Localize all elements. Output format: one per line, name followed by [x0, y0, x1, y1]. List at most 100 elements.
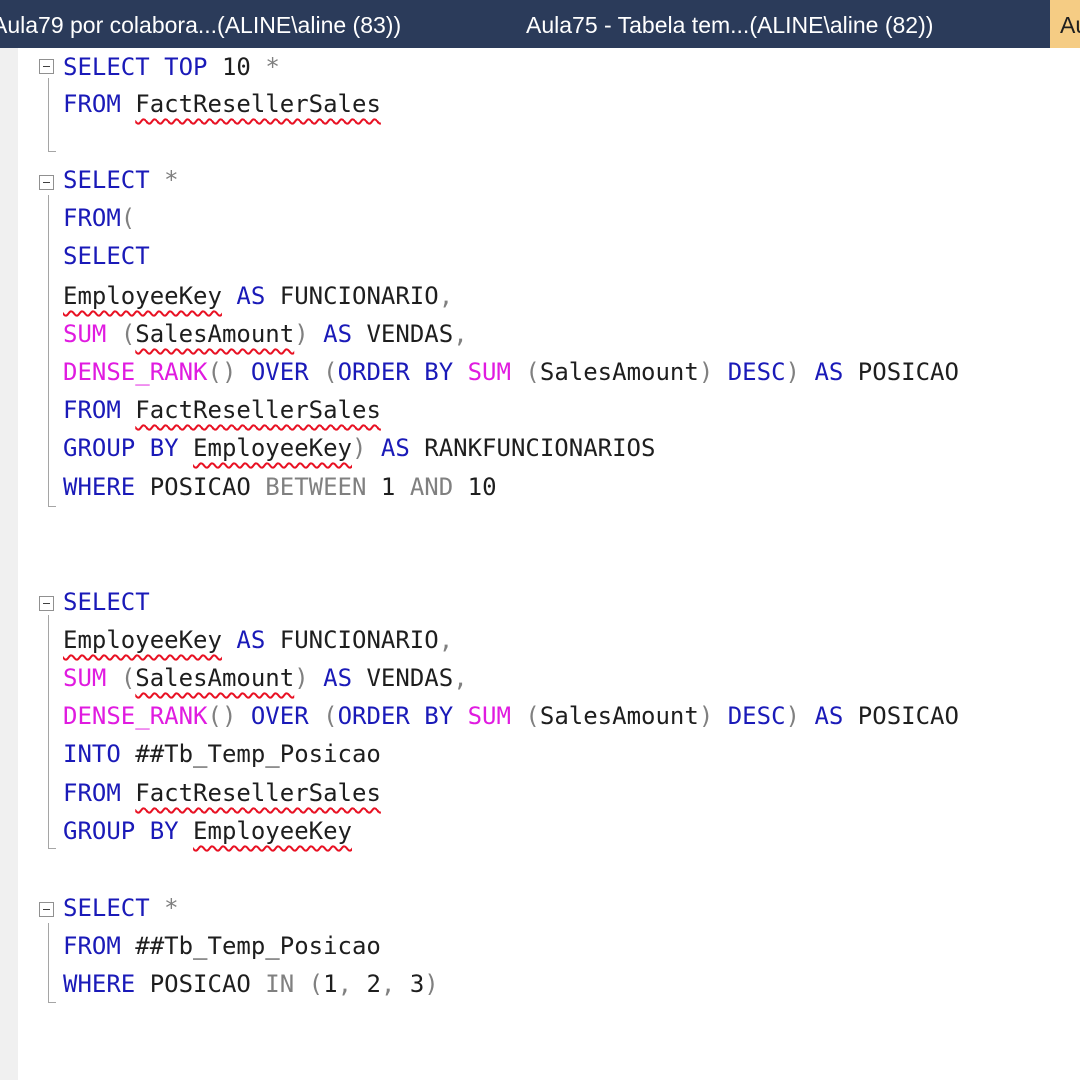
code-line[interactable]: SELECT [63, 583, 150, 621]
text-token: 10 [207, 53, 266, 81]
flagged-identifier-token: SalesAmount [135, 320, 295, 348]
code-line[interactable]: FROM ##Tb_Temp_Posicao [63, 927, 381, 965]
text-token: SalesAmount [539, 358, 699, 386]
operator-token: * [164, 894, 179, 922]
operator-token: * [265, 53, 280, 81]
code-line[interactable]: DENSE_RANK() OVER (ORDER BY SUM (SalesAm… [63, 697, 959, 735]
operator-token: ) [352, 434, 367, 462]
operator-token: BETWEEN [265, 473, 367, 501]
tab-aula79[interactable]: Aula79 por colabora...(ALINE\aline (83)) [0, 0, 401, 48]
code-line[interactable]: EmployeeKey AS FUNCIONARIO, [63, 277, 453, 315]
function-token: DENSE_RANK [63, 358, 208, 386]
operator-token: ( [525, 702, 540, 730]
keyword-token: AS [814, 702, 844, 730]
operator-token: ( [525, 358, 540, 386]
code-line[interactable]: FROM( [63, 199, 135, 237]
keyword-token: SELECT [63, 588, 150, 616]
text-token: 2 [352, 970, 381, 998]
sql-query-editor[interactable]: SELECT TOP 10 * FROM FactResellerSales SEL… [0, 48, 1080, 1080]
code-line[interactable]: SUM (SalesAmount) AS VENDAS, [63, 659, 468, 697]
keyword-token: FROM [63, 932, 121, 960]
block-outline-4 [48, 923, 56, 1003]
code-line[interactable]: SELECT * [63, 161, 179, 199]
keyword-token: GROUP BY [63, 434, 179, 462]
code-line[interactable]: SELECT TOP 10 * [63, 48, 280, 86]
block-outline-2 [48, 195, 56, 507]
collapse-block-1-icon[interactable] [39, 59, 54, 74]
block-outline-1 [48, 78, 56, 152]
tab-aula75[interactable]: Aula75 - Tabela tem...(ALINE\aline (82)) [526, 0, 933, 48]
text-token: ##Tb_Temp_Posicao [120, 932, 381, 960]
code-line[interactable]: EmployeeKey AS FUNCIONARIO, [63, 621, 453, 659]
code-line[interactable]: FROM FactResellerSales [63, 391, 381, 429]
keyword-token: OVER [250, 702, 309, 730]
collapse-block-4-icon[interactable] [39, 902, 54, 917]
text-token: POSICAO [843, 702, 959, 730]
code-line[interactable]: SUM (SalesAmount) AS VENDAS, [63, 315, 468, 353]
keyword-token: SELECT [63, 242, 150, 270]
flagged-identifier-token: FactResellerSales [135, 396, 381, 424]
flagged-identifier-token: SalesAmount [135, 664, 295, 692]
keyword-token: GROUP BY [63, 817, 179, 845]
keyword-token: AS [814, 358, 844, 386]
code-line[interactable]: INTO ##Tb_Temp_Posicao [63, 735, 381, 773]
operator-token: () [207, 358, 237, 386]
code-line[interactable]: SELECT [63, 237, 150, 275]
keyword-token: SELECT [63, 894, 150, 922]
operator-token: ) [785, 702, 800, 730]
function-token: DENSE_RANK [63, 702, 208, 730]
operator-token: ) [785, 358, 800, 386]
flagged-identifier-token: EmployeeKey [63, 626, 222, 654]
code-line[interactable]: GROUP BY EmployeeKey [63, 812, 352, 850]
collapse-block-2-icon[interactable] [39, 175, 54, 190]
keyword-token: FROM [63, 204, 121, 232]
document-tab-bar: Aula79 por colabora...(ALINE\aline (83))… [0, 0, 1080, 48]
keyword-token: SELECT [63, 166, 150, 194]
function-token: SUM [63, 664, 107, 692]
keyword-token: OVER [250, 358, 309, 386]
keyword-token: DESC [727, 358, 786, 386]
code-line[interactable]: GROUP BY EmployeeKey) AS RANKFUNCIONARIO… [63, 429, 655, 467]
operator-token: () [207, 702, 237, 730]
code-line[interactable]: FROM FactResellerSales [63, 85, 381, 123]
operator-token: , [380, 970, 396, 998]
text-token: FUNCIONARIO [265, 626, 439, 654]
code-line[interactable]: WHERE POSICAO BETWEEN 1 AND 10 [63, 468, 497, 506]
operator-token: ) [294, 664, 309, 692]
flagged-identifier-token: FactResellerSales [135, 779, 381, 807]
code-line[interactable]: FROM FactResellerSales [63, 774, 381, 812]
keyword-token: ORDER BY [337, 358, 454, 386]
code-line[interactable]: DENSE_RANK() OVER (ORDER BY SUM (SalesAm… [63, 353, 959, 391]
flagged-identifier-token: EmployeeKey [193, 817, 352, 845]
text-token: VENDAS [352, 320, 454, 348]
keyword-token: AS [236, 282, 266, 310]
keyword-token: ORDER BY [337, 702, 454, 730]
code-line[interactable]: WHERE POSICAO IN (1, 2, 3) [63, 965, 439, 1003]
operator-token: ) [698, 358, 714, 386]
operator-token: ) [698, 702, 714, 730]
tab-active-query[interactable]: Au [1050, 0, 1080, 48]
keyword-token: WHERE [63, 473, 136, 501]
text-token: 1 [366, 473, 410, 501]
collapse-block-3-icon[interactable] [39, 596, 54, 611]
text-token: 10 [453, 473, 497, 501]
operator-token: ( [323, 358, 338, 386]
operator-token: ) [424, 970, 439, 998]
text-token: POSICAO [135, 970, 266, 998]
keyword-token: WHERE [63, 970, 136, 998]
code-line[interactable]: SELECT * [63, 889, 179, 927]
